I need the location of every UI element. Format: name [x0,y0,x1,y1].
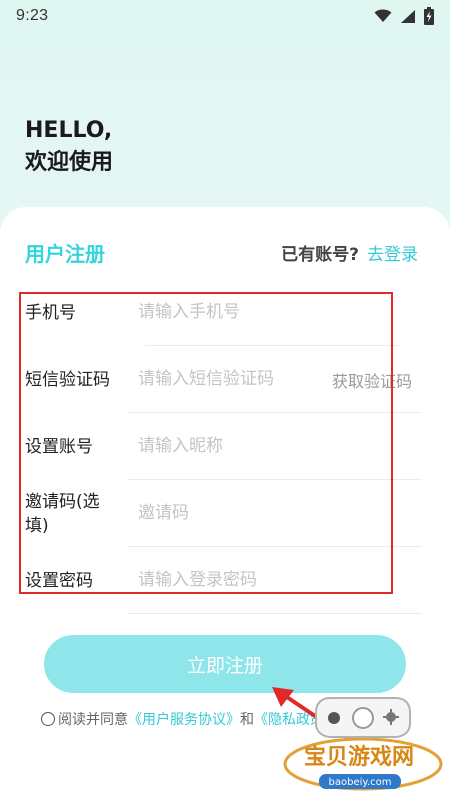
password-input[interactable] [138,563,308,597]
welcome-greeting: HELLO, 欢迎使用 [25,115,325,179]
greeting-welcome: 欢迎使用 [25,150,114,175]
password-underline [128,613,422,614]
get-sms-code-button[interactable]: 获取验证码 [332,368,412,392]
invite-code-input[interactable] [138,496,308,530]
status-bar: 9:23 [0,0,450,32]
card-header: 用户注册 已有账号? 去登录 [25,237,418,267]
password-label: 设置密码 [25,570,93,591]
wifi-icon [374,9,392,23]
go-login-link[interactable]: 去登录 [367,240,418,265]
user-service-agreement-link[interactable]: 《用户服务协议》 [128,709,240,729]
sms-code-label: 短信验证码 [25,369,110,390]
status-icons [374,7,434,25]
cellular-signal-icon [400,9,416,24]
greeting-hello: HELLO, [25,118,113,143]
invite-code-row: 邀请码(选 填) [25,480,422,547]
invite-code-label: 邀请码(选 填) [25,490,125,538]
watermark-logo: 宝贝游戏网 baobeiy.com [283,697,443,791]
account-row: 设置账号 [25,413,422,480]
watermark-url: baobeiy.com [329,777,392,788]
login-prompt: 已有账号? 去登录 [281,240,418,265]
have-account-text: 已有账号? [281,244,359,265]
agree-checkbox[interactable] [41,712,55,726]
account-label: 设置账号 [25,436,93,457]
battery-charging-icon [424,7,434,25]
registration-screen: 9:23 HELLO, 欢迎使用 用户注册 已有账号? 去登录 手机号 请输入手… [0,0,450,800]
status-time: 9:23 [16,7,49,24]
invite-code-label-line1: 邀请码(选 [25,492,100,512]
phone-input[interactable] [138,295,308,329]
phone-row: 手机号 [25,279,422,346]
agreement-prefix: 阅读并同意 [58,712,128,728]
sms-code-row: 短信验证码 获取验证码 [25,346,422,413]
watermark-title: 宝贝游戏网 [304,744,414,770]
password-row: 设置密码 [25,547,422,614]
nickname-input[interactable] [138,429,308,463]
register-title: 用户注册 [25,241,105,266]
phone-label: 手机号 [25,302,76,323]
invite-code-label-line2: 填) [25,516,49,536]
sms-code-input[interactable] [138,362,308,396]
agreement-and: 和 [240,712,254,728]
